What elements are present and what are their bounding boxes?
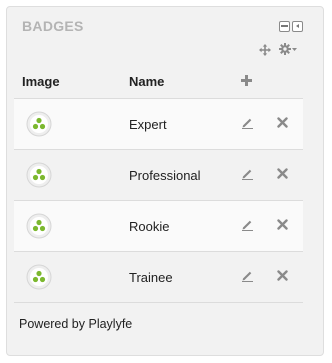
settings-menu-button[interactable]	[279, 43, 298, 55]
table-row: Trainee	[14, 251, 303, 303]
powered-by-text: Powered by Playlyfe	[19, 317, 133, 331]
badge-actions	[241, 200, 303, 252]
table-header-row: Image Name	[14, 64, 303, 99]
table-row: Professional	[14, 149, 303, 201]
chevron-down-icon	[292, 48, 297, 51]
badges-table: Image Name Expert Professional Rookie Tr…	[14, 64, 303, 303]
column-header-image: Image	[14, 64, 129, 99]
edit-badge-button[interactable]	[241, 218, 254, 234]
edit-badge-button[interactable]	[241, 167, 254, 183]
close-icon	[277, 168, 288, 179]
badge-image-cell	[14, 98, 129, 150]
badge-name: Professional	[129, 149, 241, 201]
badge-image-cell	[14, 149, 129, 201]
delete-badge-button[interactable]	[277, 167, 288, 182]
close-icon	[277, 117, 288, 128]
delete-badge-button[interactable]	[277, 116, 288, 131]
badge-icon	[26, 264, 52, 290]
badge-actions	[241, 251, 303, 303]
edit-badge-button[interactable]	[241, 269, 254, 285]
pencil-icon	[242, 169, 253, 180]
badge-icon	[26, 162, 52, 188]
move-icon[interactable]	[259, 43, 271, 56]
gear-icon	[279, 43, 291, 55]
badge-name: Trainee	[129, 251, 241, 303]
badge-name: Rookie	[129, 200, 241, 252]
badge-icon	[26, 111, 52, 137]
dock-icon[interactable]	[292, 21, 303, 32]
delete-badge-button[interactable]	[277, 218, 288, 233]
badge-actions	[241, 98, 303, 150]
close-icon	[277, 219, 288, 230]
badge-actions	[241, 149, 303, 201]
pencil-icon	[242, 118, 253, 129]
close-icon	[277, 270, 288, 281]
column-header-name: Name	[129, 64, 241, 99]
block-title: BADGES	[22, 18, 84, 34]
column-header-actions	[241, 64, 303, 99]
add-badge-button[interactable]	[241, 74, 252, 89]
minimize-icon[interactable]	[279, 21, 290, 32]
table-row: Rookie	[14, 200, 303, 252]
badge-name: Expert	[129, 98, 241, 150]
badge-image-cell	[14, 200, 129, 252]
badge-icon	[26, 213, 52, 239]
pencil-icon	[242, 271, 253, 282]
edit-badge-button[interactable]	[241, 116, 254, 132]
pencil-icon	[242, 220, 253, 231]
table-row: Expert	[14, 98, 303, 150]
delete-badge-button[interactable]	[277, 269, 288, 284]
plus-icon	[241, 75, 252, 87]
badge-image-cell	[14, 251, 129, 303]
